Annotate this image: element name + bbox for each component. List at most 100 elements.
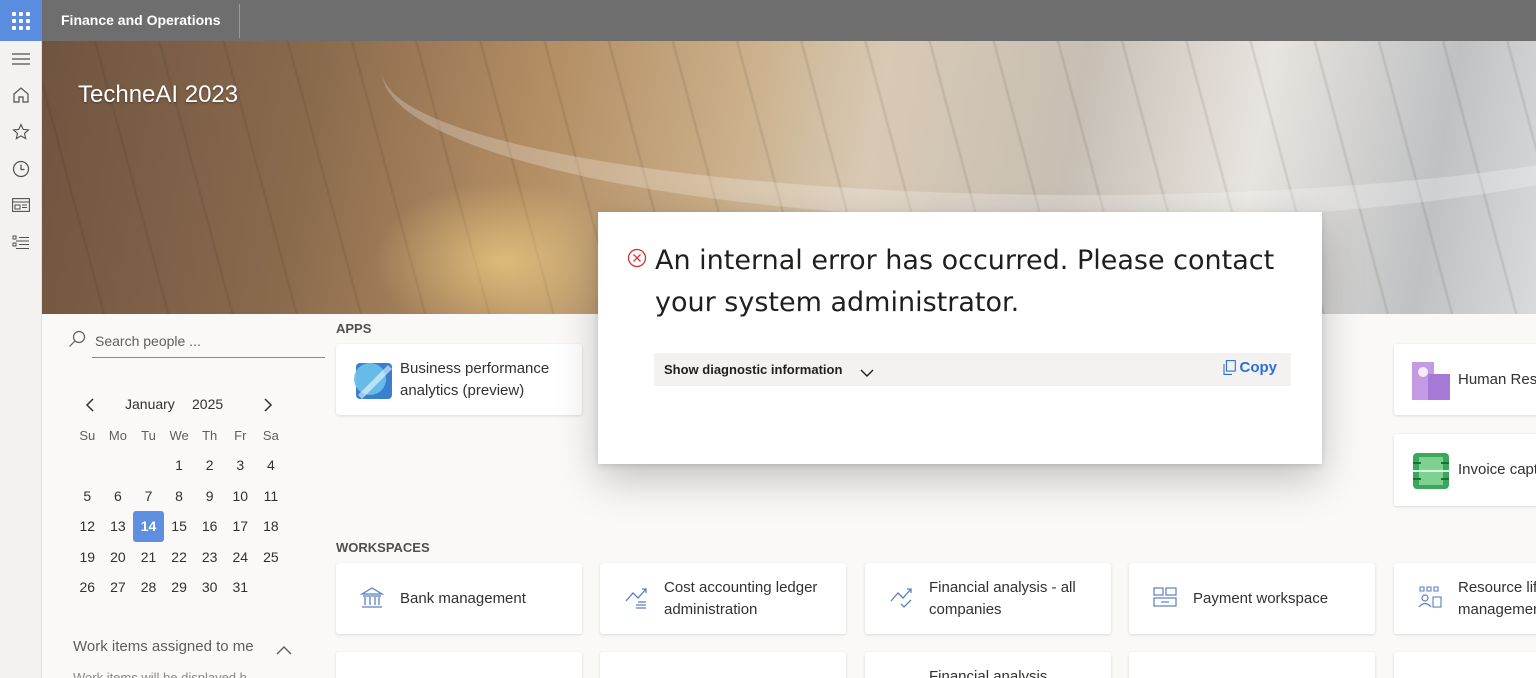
- calendar-day[interactable]: 4: [256, 450, 287, 481]
- calendar-day[interactable]: 18: [256, 511, 287, 542]
- error-dialog: An internal error has occurred. Please c…: [598, 212, 1322, 464]
- analysis-chart-icon: [889, 585, 915, 611]
- calendar-next-button[interactable]: [258, 395, 278, 415]
- calendar-prev-button[interactable]: [80, 395, 100, 415]
- calendar-day[interactable]: 26: [72, 572, 103, 603]
- app-launcher-button[interactable]: [0, 0, 42, 41]
- calendar-day[interactable]: 11: [256, 481, 287, 512]
- calendar-day[interactable]: 23: [194, 542, 225, 573]
- recent-icon: [12, 160, 30, 178]
- chevron-right-icon: [264, 398, 273, 412]
- workspace-tile-bank-management[interactable]: Bank management: [336, 563, 582, 634]
- tile-label: Human Res: [1458, 371, 1536, 388]
- error-icon: [627, 248, 647, 272]
- calendar-weekday: Th: [202, 428, 218, 443]
- human-resources-app-icon: [1411, 361, 1451, 401]
- chevron-down-icon[interactable]: [860, 363, 874, 382]
- calendar-day[interactable]: 29: [164, 572, 195, 603]
- calendar-day: [256, 572, 287, 603]
- home-icon: [13, 87, 29, 103]
- work-items-subtitle: Work items will be displayed h: [73, 670, 247, 678]
- workspace-tile-resource-lifecycle[interactable]: Resource lif managemen: [1394, 563, 1536, 634]
- invoice-capture-app-icon: [1411, 451, 1451, 491]
- hamburger-button[interactable]: [6, 44, 36, 74]
- calendar-day: [133, 450, 164, 481]
- calendar-day[interactable]: 3: [225, 450, 256, 481]
- calendar-weekday: Mo: [108, 428, 127, 443]
- app-title[interactable]: Finance and Operations: [61, 0, 220, 41]
- copy-label: Copy: [1239, 359, 1278, 376]
- calendar-day[interactable]: 20: [103, 542, 134, 573]
- modules-icon: [12, 235, 29, 249]
- calendar-day[interactable]: 30: [194, 572, 225, 603]
- calendar-day[interactable]: 28: [133, 572, 164, 603]
- calendar-day[interactable]: 17: [225, 511, 256, 542]
- favorites-button[interactable]: [6, 117, 36, 147]
- tile-label: Financial analysis: [929, 668, 1048, 678]
- error-message: An internal error has occurred. Please c…: [655, 245, 1275, 318]
- calendar-day[interactable]: 19: [72, 542, 103, 573]
- calendar-day[interactable]: 10: [225, 481, 256, 512]
- payment-icon: [1153, 587, 1177, 607]
- app-tile-business-performance[interactable]: Business performance analytics (preview): [336, 344, 582, 415]
- calendar-day[interactable]: 7: [133, 481, 164, 512]
- calendar-day[interactable]: 21: [133, 542, 164, 573]
- calendar-day[interactable]: 15: [164, 511, 195, 542]
- tile-label: Business performance analytics (preview): [400, 360, 550, 399]
- company-title: TechneAI 2023: [78, 81, 239, 108]
- workspaces-button[interactable]: [6, 190, 36, 220]
- chevron-left-icon: [85, 398, 94, 412]
- show-diagnostic-button[interactable]: Show diagnostic information: [664, 362, 842, 377]
- calendar-weekday: Fr: [234, 428, 247, 443]
- app-tile-invoice-capture[interactable]: Invoice capt: [1394, 434, 1536, 506]
- home-button[interactable]: [6, 80, 36, 110]
- calendar-day[interactable]: 24: [225, 542, 256, 573]
- calendar-year[interactable]: 2025: [192, 396, 223, 412]
- app-tile-human-resources[interactable]: Human Res: [1394, 344, 1536, 415]
- workspace-tile-financial-analysis[interactable]: Financial analysis - all companies: [865, 563, 1111, 634]
- calendar-day[interactable]: 2: [194, 450, 225, 481]
- favorites-icon: [12, 123, 30, 140]
- left-navigation: [0, 41, 42, 678]
- tile-label: Bank management: [400, 590, 526, 607]
- diagnostic-info-bar[interactable]: Show diagnostic information Copy: [654, 353, 1291, 386]
- top-bar: Finance and Operations: [0, 0, 1536, 41]
- calendar-day[interactable]: 13: [103, 511, 134, 542]
- calendar-day[interactable]: 22: [164, 542, 195, 573]
- title-divider: [239, 4, 240, 38]
- workspace-tile-partial[interactable]: [600, 652, 846, 678]
- work-items-title[interactable]: Work items assigned to me: [73, 638, 254, 655]
- workspace-tile-partial[interactable]: [1129, 652, 1375, 678]
- calendar-day: [72, 450, 103, 481]
- calendar-day[interactable]: 25: [256, 542, 287, 573]
- calendar-day[interactable]: 6: [103, 481, 134, 512]
- chevron-up-icon[interactable]: [276, 640, 292, 659]
- calendar-day[interactable]: 31: [225, 572, 256, 603]
- workspace-tile-cost-accounting[interactable]: Cost accounting ledger administration: [600, 563, 846, 634]
- calendar-day[interactable]: 1: [164, 450, 195, 481]
- calendar-day[interactable]: 12: [72, 511, 103, 542]
- workspace-tile-payment[interactable]: Payment workspace: [1129, 563, 1375, 634]
- recent-button[interactable]: [6, 154, 36, 184]
- calendar-grid: Su Mo Tu We Th Fr Sa 1 2 3 4 5 6 7 8 9 10 11 12 13 14 15 16 17 1…: [72, 428, 286, 603]
- resource-people-icon: [1418, 585, 1442, 609]
- calendar-weekday: Sa: [262, 428, 279, 443]
- calendar-day[interactable]: 8: [164, 481, 195, 512]
- calendar-day[interactable]: 5: [72, 481, 103, 512]
- bank-icon: [360, 587, 384, 609]
- copy-button[interactable]: Copy: [1222, 359, 1278, 376]
- workspace-tile-partial-financial-analysis[interactable]: Financial analysis: [865, 652, 1111, 678]
- search-people-input[interactable]: [92, 324, 325, 358]
- calendar-month[interactable]: January: [125, 396, 175, 412]
- workspace-tile-partial[interactable]: [1394, 652, 1536, 678]
- modules-button[interactable]: [6, 227, 36, 257]
- calendar-weekday: Su: [79, 428, 96, 443]
- search-icon: [68, 330, 86, 352]
- trend-chart-icon: [624, 585, 650, 611]
- workspace-tile-partial[interactable]: [336, 652, 582, 678]
- calendar-day-today[interactable]: 14: [133, 511, 164, 542]
- tile-label: Financial analysis - all companies: [929, 579, 1076, 618]
- calendar-day[interactable]: 9: [194, 481, 225, 512]
- calendar-day[interactable]: 27: [103, 572, 134, 603]
- calendar-day[interactable]: 16: [194, 511, 225, 542]
